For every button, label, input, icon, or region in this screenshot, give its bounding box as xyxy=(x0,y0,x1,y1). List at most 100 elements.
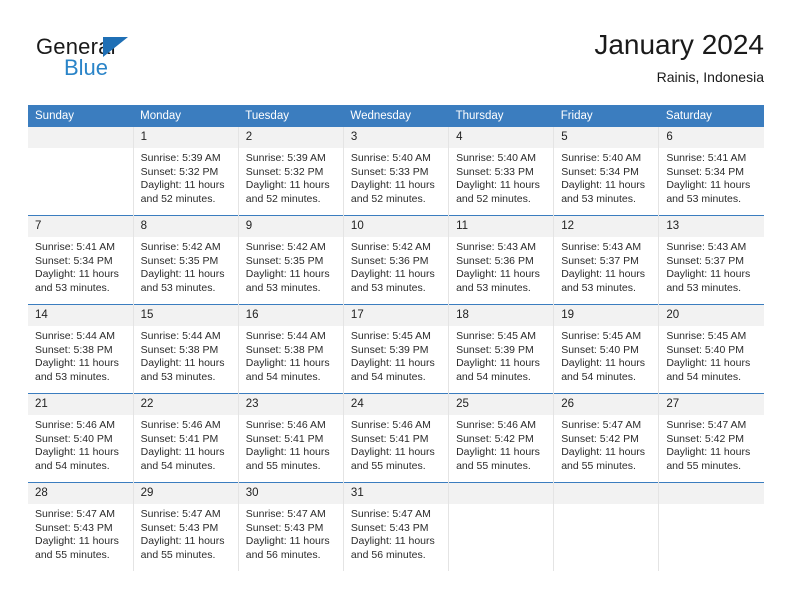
calendar-day-cell[interactable]: 24 Sunrise: 5:46 AM Sunset: 5:41 PM Dayligh… xyxy=(342,393,449,483)
calendar-day-cell[interactable]: 7 Sunrise: 5:41 AM Sunset: 5:34 PM Daylight… xyxy=(28,215,134,305)
calendar-day-cell[interactable]: 8 Sunrise: 5:42 AM Sunset: 5:35 PM Daylight… xyxy=(132,215,239,305)
daylight-text: Daylight: 11 hours and 53 minutes. xyxy=(140,268,225,294)
calendar-day-cell[interactable]: 4 Sunrise: 5:40 AM Sunset: 5:33 PM Daylight… xyxy=(448,127,554,216)
calendar-day-cell[interactable]: 19 Sunrise: 5:45 AM Sunset: 5:40 PM Dayligh… xyxy=(553,304,659,394)
sunrise-text: Sunrise: 5:44 AM xyxy=(245,330,326,342)
calendar-week-row: 1 Sunrise: 5:39 AM Sunset: 5:32 PM Daylight… xyxy=(28,127,764,216)
day-sun-info: Sunrise: 5:45 AM Sunset: 5:39 PM Daylight:… xyxy=(449,326,553,384)
daylight-text: Daylight: 11 hours and 55 minutes. xyxy=(666,446,751,472)
daylight-text: Daylight: 11 hours and 53 minutes. xyxy=(140,357,225,383)
calendar-day-cell[interactable]: 30 Sunrise: 5:47 AM Sunset: 5:43 PM Dayligh… xyxy=(237,482,344,571)
daylight-text: Daylight: 11 hours and 55 minutes. xyxy=(561,446,646,472)
day-sun-info: Sunrise: 5:42 AM Sunset: 5:36 PM Daylight:… xyxy=(344,237,448,295)
calendar-day-cell[interactable]: 20 Sunrise: 5:45 AM Sunset: 5:40 PM Dayligh… xyxy=(658,304,764,394)
day-sun-info: Sunrise: 5:40 AM Sunset: 5:33 PM Daylight:… xyxy=(449,148,553,206)
calendar-day-cell[interactable]: 12 Sunrise: 5:43 AM Sunset: 5:37 PM Dayligh… xyxy=(553,215,659,305)
calendar-day-cell[interactable]: 18 Sunrise: 5:45 AM Sunset: 5:39 PM Dayligh… xyxy=(448,304,554,394)
day-sun-info: Sunrise: 5:45 AM Sunset: 5:39 PM Daylight:… xyxy=(344,326,448,384)
sunset-text: Sunset: 5:33 PM xyxy=(350,165,429,178)
daylight-text: Daylight: 11 hours and 55 minutes. xyxy=(350,446,435,472)
calendar-day-cell[interactable]: 3 Sunrise: 5:40 AM Sunset: 5:33 PM Daylight… xyxy=(342,127,449,216)
day-number xyxy=(659,483,764,504)
day-number xyxy=(28,127,133,148)
calendar-day-cell[interactable]: 13 Sunrise: 5:43 AM Sunset: 5:37 PM Dayligh… xyxy=(658,215,764,305)
day-number: 4 xyxy=(449,127,554,148)
general-blue-logo[interactable]: General Blue xyxy=(36,34,176,90)
daylight-text: Daylight: 11 hours and 54 minutes. xyxy=(35,446,119,472)
triangle-icon xyxy=(103,37,128,57)
sunrise-text: Sunrise: 5:45 AM xyxy=(561,330,642,342)
day-number: 16 xyxy=(238,305,343,326)
sunset-text: Sunset: 5:37 PM xyxy=(561,254,639,267)
sunset-text: Sunset: 5:38 PM xyxy=(245,343,324,356)
sunset-text: Sunset: 5:43 PM xyxy=(140,521,219,534)
calendar-day-cell[interactable]: 25 Sunrise: 5:46 AM Sunset: 5:42 PM Dayligh… xyxy=(448,393,554,483)
calendar-day-cell[interactable]: 1 Sunrise: 5:39 AM Sunset: 5:32 PM Daylight… xyxy=(132,127,239,216)
day-number: 30 xyxy=(238,483,343,504)
sunrise-text: Sunrise: 5:46 AM xyxy=(456,419,537,431)
day-sun-info: Sunrise: 5:47 AM Sunset: 5:43 PM Daylight:… xyxy=(239,504,343,562)
day-number: 8 xyxy=(133,216,238,237)
day-sun-info: Sunrise: 5:39 AM Sunset: 5:32 PM Daylight:… xyxy=(134,148,238,206)
sunset-text: Sunset: 5:41 PM xyxy=(140,432,219,445)
day-number: 31 xyxy=(343,483,449,504)
sunrise-text: Sunrise: 5:46 AM xyxy=(35,419,115,431)
day-number: 5 xyxy=(554,127,659,148)
sunrise-text: Sunrise: 5:44 AM xyxy=(35,330,115,342)
day-number xyxy=(554,483,659,504)
sunrise-text: Sunrise: 5:47 AM xyxy=(666,419,747,431)
day-sun-info: Sunrise: 5:41 AM Sunset: 5:34 PM Daylight:… xyxy=(659,148,764,206)
day-sun-info: Sunrise: 5:47 AM Sunset: 5:42 PM Daylight:… xyxy=(659,415,764,473)
sunset-text: Sunset: 5:42 PM xyxy=(561,432,639,445)
calendar-day-cell[interactable]: 11 Sunrise: 5:43 AM Sunset: 5:36 PM Dayligh… xyxy=(448,215,554,305)
sunrise-text: Sunrise: 5:47 AM xyxy=(35,508,115,520)
calendar-week-row: 7 Sunrise: 5:41 AM Sunset: 5:34 PM Daylight… xyxy=(28,215,764,305)
sunset-text: Sunset: 5:32 PM xyxy=(140,165,219,178)
sunset-text: Sunset: 5:41 PM xyxy=(350,432,429,445)
daylight-text: Daylight: 11 hours and 53 minutes. xyxy=(561,268,646,294)
calendar-day-cell[interactable]: 27 Sunrise: 5:47 AM Sunset: 5:42 PM Dayligh… xyxy=(658,393,764,483)
calendar-day-cell[interactable]: 29 Sunrise: 5:47 AM Sunset: 5:43 PM Dayligh… xyxy=(132,482,239,571)
calendar-day-cell-empty xyxy=(28,127,133,216)
sunrise-text: Sunrise: 5:40 AM xyxy=(561,152,642,164)
daylight-text: Daylight: 11 hours and 55 minutes. xyxy=(245,446,330,472)
sunset-text: Sunset: 5:39 PM xyxy=(350,343,429,356)
calendar-day-cell[interactable]: 26 Sunrise: 5:47 AM Sunset: 5:42 PM Dayligh… xyxy=(553,393,659,483)
sunrise-text: Sunrise: 5:41 AM xyxy=(35,241,115,253)
calendar-week-row: 28 Sunrise: 5:47 AM Sunset: 5:43 PM Dayligh… xyxy=(28,482,764,571)
calendar-day-cell-empty xyxy=(448,482,554,571)
calendar-day-cell[interactable]: 6 Sunrise: 5:41 AM Sunset: 5:34 PM Daylight… xyxy=(658,127,764,216)
sunrise-text: Sunrise: 5:45 AM xyxy=(666,330,747,342)
weekday-header-tuesday: Tuesday xyxy=(238,105,344,127)
calendar-day-cell[interactable]: 16 Sunrise: 5:44 AM Sunset: 5:38 PM Dayligh… xyxy=(237,304,344,394)
calendar-day-cell[interactable]: 17 Sunrise: 5:45 AM Sunset: 5:39 PM Dayligh… xyxy=(342,304,449,394)
calendar-header-row: Sunday Monday Tuesday Wednesday Thursday Frid… xyxy=(28,105,764,127)
calendar-day-cell[interactable]: 31 Sunrise: 5:47 AM Sunset: 5:43 PM Dayligh… xyxy=(342,482,449,571)
day-number: 24 xyxy=(343,394,449,415)
sunset-text: Sunset: 5:38 PM xyxy=(35,343,113,356)
day-number: 23 xyxy=(238,394,343,415)
sunrise-text: Sunrise: 5:39 AM xyxy=(245,152,326,164)
sunset-text: Sunset: 5:42 PM xyxy=(666,432,744,445)
calendar-day-cell[interactable]: 23 Sunrise: 5:46 AM Sunset: 5:41 PM Dayligh… xyxy=(237,393,344,483)
calendar-day-cell[interactable]: 15 Sunrise: 5:44 AM Sunset: 5:38 PM Dayligh… xyxy=(132,304,239,394)
calendar-day-cell[interactable]: 10 Sunrise: 5:42 AM Sunset: 5:36 PM Dayligh… xyxy=(342,215,449,305)
page-header: General Blue January 2024 Rainis, Indone… xyxy=(28,28,764,96)
calendar-day-cell[interactable]: 14 Sunrise: 5:44 AM Sunset: 5:38 PM Dayligh… xyxy=(28,304,134,394)
sunrise-text: Sunrise: 5:46 AM xyxy=(140,419,221,431)
calendar-day-cell[interactable]: 2 Sunrise: 5:39 AM Sunset: 5:32 PM Daylight… xyxy=(237,127,344,216)
day-sun-info: Sunrise: 5:40 AM Sunset: 5:34 PM Daylight:… xyxy=(554,148,658,206)
calendar-day-cell[interactable]: 22 Sunrise: 5:46 AM Sunset: 5:41 PM Dayligh… xyxy=(132,393,239,483)
day-number: 17 xyxy=(343,305,449,326)
day-sun-info: Sunrise: 5:39 AM Sunset: 5:32 PM Daylight:… xyxy=(239,148,343,206)
day-number: 11 xyxy=(449,216,554,237)
calendar-day-cell[interactable]: 21 Sunrise: 5:46 AM Sunset: 5:40 PM Dayligh… xyxy=(28,393,134,483)
calendar-day-cell[interactable]: 5 Sunrise: 5:40 AM Sunset: 5:34 PM Daylight… xyxy=(553,127,659,216)
day-sun-info: Sunrise: 5:45 AM Sunset: 5:40 PM Daylight:… xyxy=(554,326,658,384)
sunset-text: Sunset: 5:36 PM xyxy=(350,254,429,267)
sunrise-text: Sunrise: 5:46 AM xyxy=(350,419,431,431)
sunset-text: Sunset: 5:32 PM xyxy=(245,165,324,178)
calendar-day-cell[interactable]: 9 Sunrise: 5:42 AM Sunset: 5:35 PM Daylight… xyxy=(237,215,344,305)
logo-text-blue: Blue xyxy=(64,55,109,80)
calendar-day-cell[interactable]: 28 Sunrise: 5:47 AM Sunset: 5:43 PM Dayligh… xyxy=(28,482,134,571)
